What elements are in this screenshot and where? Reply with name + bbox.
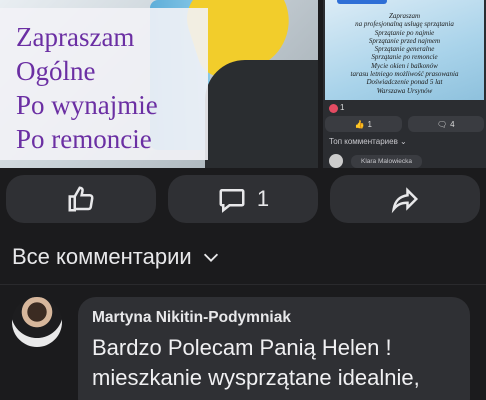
side-like-count: 1 [367,119,372,129]
side-comment: Klara Malowiecka [329,154,422,168]
overlay-line: Po remoncie [16,124,152,154]
comments-filter-toggle[interactable]: Все комментарии [12,244,222,270]
comment-icon [219,189,245,213]
divider [0,284,486,285]
overlay-line: Zapraszam [16,22,135,52]
like-button[interactable] [6,175,156,223]
chevron-down-icon [203,253,218,262]
comment-bubble: Martyna Nikitin-Podymniak Bardzo Polecam… [78,297,470,400]
photo-text-overlay: Zapraszam Ogólne Po wynajmie Po remoncie [0,8,208,160]
comment-count: 1 [256,186,270,211]
side-top-button[interactable] [337,0,387,4]
side-like-button[interactable]: 👍 1 [325,116,402,132]
side-thumbnail: Zapraszam na profesjonalną usługę sprząt… [325,0,484,100]
thumbs-up-icon [68,186,94,212]
side-top-comments-label: Топ комментариев [329,137,398,146]
comment-button[interactable]: 1 [168,175,318,223]
thumb-line: Doświadczenie ponad 5 lat [366,78,443,87]
overlay-line: Po wynajmie [16,90,158,120]
side-top-comments-toggle[interactable]: Топ комментариев ⌄ [329,137,407,146]
comments-header-label: Все комментарии [12,244,192,269]
thumb-line: Mycie okien i balkonów [371,61,438,70]
share-icon [391,187,419,214]
side-commenter-name: Klara Malowiecka [351,154,422,168]
thumb-line: Warszawa Ursynów [376,86,433,95]
thumb-line: Sprzątanie generalne [374,45,435,54]
side-comment-button[interactable]: 🗨 4 [407,116,484,132]
share-button[interactable] [330,175,480,223]
thumb-line: tarasu letniego możliwość prasowania [350,70,459,79]
comment-icon: 🗨 [436,119,448,129]
comment-text-line: mieszkanie wysprzątane idealnie, [92,365,420,390]
thumb-line: Sprzątanie po najmie [374,28,435,37]
reaction-count: 1 [340,103,345,112]
thumb-line: Sprzątanie przed najmem [368,36,441,45]
comment-author[interactable]: Martyna Nikitin-Podymniak [92,309,456,327]
thumb-line: na profesjonalną usługę sprzątania [355,20,454,29]
comment-text: Bardzo Polecam Panią Helen ! mieszkanie … [92,333,456,393]
side-post-preview[interactable]: Zapraszam na profesjonalną usługę sprząt… [323,0,486,168]
thumb-line: Zapraszam [388,12,421,20]
side-action-bar: 👍 1 🗨 4 [325,116,484,132]
overlay-line: Ogólne [16,56,96,86]
heart-reaction-icon [329,104,338,113]
post-photo[interactable]: Zapraszam Ogólne Po wynajmie Po remoncie [0,0,318,168]
thumb-line: Sprzątanie po remoncie [371,53,438,62]
photo-shadow-shape [205,60,318,168]
thumbs-up-icon: 👍 [354,119,365,129]
comment-text-line: Bardzo Polecam Panią Helen ! [92,335,392,360]
avatar[interactable] [329,154,343,168]
avatar[interactable] [12,297,62,347]
post-action-bar: 1 [6,175,480,223]
side-comment-count: 4 [450,119,455,129]
